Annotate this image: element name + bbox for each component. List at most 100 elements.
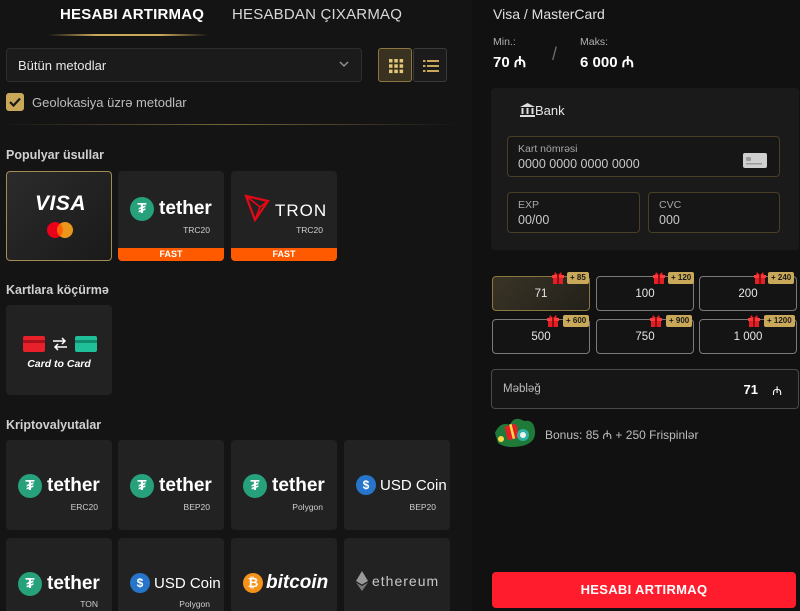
section-divider bbox=[0, 124, 458, 125]
max-limit-label: Maks: bbox=[580, 36, 609, 48]
checkmark-icon bbox=[9, 97, 21, 108]
method-card-card-to-card[interactable]: Card to Card bbox=[6, 305, 112, 395]
currency-symbol: ₼ bbox=[513, 54, 527, 71]
method-filter-select[interactable]: Bütün metodlar bbox=[6, 48, 362, 82]
ethereum-icon bbox=[356, 571, 368, 591]
section-title-crypto: Kriptovalyutalar bbox=[6, 418, 102, 432]
cvc-placeholder: 000 bbox=[659, 213, 680, 227]
method-name: tether bbox=[47, 475, 100, 496]
currency-symbol: ₼ bbox=[772, 384, 782, 398]
method-card-tether-bep20[interactable]: ₮ tether BEP20 bbox=[118, 440, 224, 530]
max-limit-value: 6 000 ₼ bbox=[580, 52, 634, 72]
min-amount: 70 bbox=[493, 54, 510, 71]
method-card-usdc-polygon[interactable]: $ USD Coin Polygon bbox=[118, 538, 224, 611]
method-network: Polygon bbox=[179, 599, 210, 609]
min-limit-value: 70 ₼ bbox=[493, 52, 526, 72]
submit-deposit-button[interactable]: HESABI ARTIRMAQ bbox=[492, 572, 796, 608]
mastercard-icon bbox=[47, 222, 73, 238]
list-icon bbox=[423, 60, 439, 72]
method-card-visa[interactable]: VISA bbox=[6, 171, 112, 261]
method-network: TRC20 bbox=[183, 225, 210, 235]
tether-logo: ₮ tether bbox=[18, 572, 100, 596]
methods-panel: HESABI ARTIRMAQ HESABDAN ÇIXARMAQ Bütün … bbox=[0, 0, 458, 611]
usdc-icon: $ bbox=[356, 475, 376, 495]
method-card-tether-polygon[interactable]: ₮ tether Polygon bbox=[231, 440, 337, 530]
tether-logo: ₮ tether bbox=[243, 474, 325, 498]
card-number-placeholder: 0000 0000 0000 0000 bbox=[518, 157, 640, 171]
tether-logo: ₮ tether bbox=[130, 197, 212, 221]
bonus-badge: + 1200 bbox=[764, 315, 795, 327]
gift-icon bbox=[547, 315, 559, 327]
gift-icon bbox=[650, 315, 662, 327]
tron-icon bbox=[244, 194, 270, 222]
tether-logo: ₮ tether bbox=[18, 474, 100, 498]
method-card-tether-trc20[interactable]: ₮ tether TRC20 FAST bbox=[118, 171, 224, 261]
geo-checkbox[interactable] bbox=[6, 93, 24, 111]
tab-deposit[interactable]: HESABI ARTIRMAQ bbox=[60, 6, 204, 23]
grid-icon bbox=[389, 59, 404, 74]
usdc-logo: $ USD Coin bbox=[356, 475, 447, 495]
bonus-info: Bonus: 85 ₼ + 250 Frispinlər bbox=[545, 428, 699, 442]
method-network: TON bbox=[80, 599, 98, 609]
method-card-tether-erc20[interactable]: ₮ tether ERC20 bbox=[6, 440, 112, 530]
method-network: TRC20 bbox=[296, 225, 323, 235]
amount-value: 71 bbox=[743, 382, 758, 397]
gift-icon bbox=[748, 315, 760, 327]
geo-checkbox-label: Geolokasiya üzrə metodlar bbox=[32, 95, 187, 110]
usdc-logo: $ USD Coin bbox=[130, 573, 221, 593]
ethereum-logo: ethereum bbox=[356, 571, 439, 591]
method-network: ERC20 bbox=[70, 502, 98, 512]
method-card-ethereum[interactable]: ethereum bbox=[344, 538, 450, 611]
deposit-page: HESABI ARTIRMAQ HESABDAN ÇIXARMAQ Bütün … bbox=[0, 0, 800, 611]
card-number-field[interactable]: Kart nömrəsi 0000 0000 0000 0000 bbox=[507, 136, 780, 177]
method-name: TRON bbox=[275, 201, 328, 220]
amount-label: Məbləğ bbox=[503, 383, 541, 395]
list-view-button[interactable] bbox=[413, 48, 447, 82]
tether-icon: ₮ bbox=[243, 474, 267, 498]
method-name: Card to Card bbox=[27, 358, 91, 370]
section-title-popular: Populyar üsullar bbox=[6, 148, 104, 162]
tab-withdraw[interactable]: HESABDAN ÇIXARMAQ bbox=[232, 6, 402, 23]
gift-icon bbox=[552, 272, 564, 284]
currency-symbol: ₼ bbox=[621, 54, 634, 71]
method-network: Polygon bbox=[292, 502, 323, 512]
bitcoin-logo: ₿ bitcoin bbox=[243, 572, 328, 594]
method-name: tether bbox=[159, 198, 212, 219]
method-card-tether-ton[interactable]: ₮ tether TON bbox=[6, 538, 112, 611]
min-limit-label: Min.: bbox=[493, 36, 516, 48]
bonus-badge: + 85 bbox=[567, 272, 589, 284]
active-tab-indicator bbox=[48, 34, 208, 36]
section-title-card-transfer: Kartlara köçürmə bbox=[6, 283, 109, 297]
grid-view-button[interactable] bbox=[378, 48, 412, 82]
method-name: ethereum bbox=[372, 573, 440, 589]
method-filter-value: Bütün metodlar bbox=[18, 58, 107, 73]
exp-placeholder: 00/00 bbox=[518, 213, 550, 227]
bank-label: Bank bbox=[535, 103, 565, 118]
bonus-badge: + 900 bbox=[666, 315, 693, 327]
tether-icon: ₮ bbox=[130, 197, 154, 221]
exp-field[interactable]: EXP 00/00 bbox=[507, 192, 640, 233]
method-card-tron-trc20[interactable]: TRON TRC20 FAST bbox=[231, 171, 337, 261]
method-card-usdc-bep20[interactable]: $ USD Coin BEP20 bbox=[344, 440, 450, 530]
method-name: bitcoin bbox=[266, 572, 329, 593]
method-card-bitcoin[interactable]: ₿ bitcoin bbox=[231, 538, 337, 611]
card-number-label: Kart nömrəsi bbox=[518, 143, 578, 155]
cvc-field[interactable]: CVC 000 bbox=[648, 192, 780, 233]
limit-separator: / bbox=[552, 44, 558, 64]
method-name: tether bbox=[47, 573, 100, 594]
bank-icon bbox=[520, 103, 535, 117]
bonus-badge: + 240 bbox=[768, 272, 795, 284]
gift-icon bbox=[653, 272, 665, 284]
fast-badge: FAST bbox=[118, 248, 224, 261]
bitcoin-icon: ₿ bbox=[243, 573, 263, 593]
payment-panel: Visa / MasterCard Min.: 70 ₼ / Maks: 6 0… bbox=[472, 0, 800, 611]
credit-card-icon bbox=[743, 153, 767, 168]
method-network: BEP20 bbox=[183, 502, 210, 512]
tether-logo: ₮ tether bbox=[130, 474, 212, 498]
tether-icon: ₮ bbox=[18, 572, 42, 596]
exp-label: EXP bbox=[518, 199, 540, 211]
tether-icon: ₮ bbox=[18, 474, 42, 498]
method-name: tether bbox=[159, 475, 212, 496]
amount-input[interactable]: Məbləğ 71 ₼ bbox=[491, 369, 799, 409]
cvc-label: CVC bbox=[659, 199, 682, 211]
